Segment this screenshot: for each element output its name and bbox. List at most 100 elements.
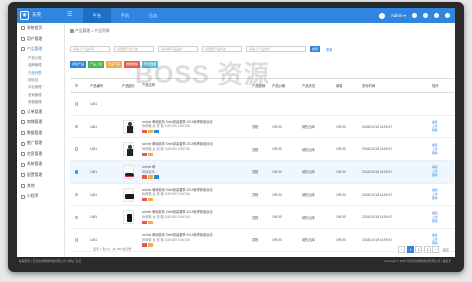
filter-select-brand[interactable]: 请选择产品品牌 xyxy=(158,45,198,53)
sidebar-item[interactable]: 其他 xyxy=(17,181,64,192)
sidebar-subitem[interactable]: 产品分类 xyxy=(17,55,64,62)
page-button[interactable]: 2 xyxy=(415,246,423,253)
filter-input-code[interactable]: 请输入产品编号 xyxy=(246,45,306,53)
cell-ops: 编辑 上架 删除 xyxy=(432,143,454,155)
topnav-tab[interactable]: 手机 xyxy=(111,8,139,23)
row-checkbox[interactable] xyxy=(74,170,79,174)
select-all-checkbox[interactable] xyxy=(74,83,79,88)
sidebar-item-label: 小程序 xyxy=(27,194,39,199)
table-row[interactable]: 1481 schbie 萌妹款风 Shiel原装春季 2019秋季新款运动 休闲鞋 … xyxy=(70,184,454,207)
sidebar-item[interactable]: 推广管理 xyxy=(17,138,64,149)
sidebar-subitem[interactable]: 规格管理 xyxy=(17,99,64,106)
action-button[interactable]: 产品上架 xyxy=(88,61,105,68)
sidebar-subitem[interactable]: 回收站 xyxy=(17,77,64,84)
mail-icon[interactable] xyxy=(423,13,428,18)
page-button[interactable]: ‹ xyxy=(398,246,406,253)
page-button[interactable]: 1 xyxy=(406,246,414,253)
logout-icon[interactable] xyxy=(445,13,450,18)
filter-input-name[interactable]: 请输入产品名称 xyxy=(70,45,110,53)
row-checkbox[interactable] xyxy=(74,238,79,242)
topnav-tab[interactable]: 平台 xyxy=(83,8,111,23)
col-sale: 销量 xyxy=(336,84,343,88)
filter-select-category[interactable]: 请选择产品分类 xyxy=(114,45,154,53)
sidebar-item-label: 用户管理 xyxy=(27,36,43,41)
op-link[interactable]: 删除 xyxy=(432,128,454,132)
menu-icon xyxy=(21,47,25,52)
sidebar-item[interactable]: 小程序 xyxy=(17,191,64,202)
sidebar-item[interactable]: 配置管理 xyxy=(17,170,64,181)
sidebar-item[interactable]: 用户管理 xyxy=(17,34,64,45)
row-checkbox[interactable] xyxy=(74,192,79,197)
bell-icon[interactable] xyxy=(412,13,417,18)
table-row[interactable]: 1481 schbie 萌萌妹款风 顶峰 199.00 销售出库 199.00 2018/1… xyxy=(70,161,454,184)
sidebar-item[interactable]: 系统首页 xyxy=(17,23,64,34)
search-button[interactable]: 搜索 xyxy=(310,45,320,53)
op-link[interactable]: 删除 xyxy=(432,173,454,177)
cell-brand: 顶峰 xyxy=(252,170,259,175)
sidebar-subitem[interactable]: 产品列表 xyxy=(17,70,64,77)
user-name[interactable]: Admin ▾ xyxy=(391,13,406,18)
menu-icon xyxy=(21,162,25,167)
cell-no: 1481 xyxy=(90,101,98,106)
row-select xyxy=(70,147,83,151)
filter-bar: 请输入产品名称 请选择产品分类 请选择产品品牌 请选择产品状态 请输入产品编号 … xyxy=(70,45,332,53)
product-tags xyxy=(142,175,248,179)
sidebar-subitem[interactable]: 评论管理 xyxy=(17,84,64,91)
op-link[interactable]: 删除 xyxy=(432,196,454,200)
cell-image xyxy=(115,164,142,179)
row-checkbox[interactable] xyxy=(74,124,79,129)
avatar[interactable] xyxy=(378,12,385,19)
cell-price: 199.00 xyxy=(272,169,282,174)
sidebar-item[interactable]: 系统管理 xyxy=(17,159,64,170)
sidebar-item[interactable]: 产品管理 xyxy=(17,44,64,55)
page-button[interactable]: › xyxy=(432,246,440,253)
table-row[interactable]: 1481 xyxy=(70,93,454,116)
sidebar-item-label: 订单管理 xyxy=(27,109,43,114)
cell-sale: 199.00 xyxy=(336,169,346,174)
row-checkbox[interactable] xyxy=(74,147,79,151)
op-link[interactable]: 删除 xyxy=(432,219,454,223)
filter-select-status[interactable]: 请选择产品状态 xyxy=(202,45,242,53)
col-status: 产品状态 xyxy=(302,84,316,88)
cell-price: 199.00 xyxy=(272,237,282,242)
action-button[interactable]: 添加产品 xyxy=(70,61,87,68)
sidebar-item-label: 商铺管理 xyxy=(27,120,43,125)
action-button[interactable]: 产品下架 xyxy=(106,61,123,68)
topnav-tab[interactable]: 日志 xyxy=(139,8,167,23)
sidebar: 系统首页用户管理产品管理 产品分类 品牌管理 产品列表 回收站 评论管理 咨询管理 规格管理订… xyxy=(17,23,65,257)
sidebar-item[interactable]: 订单管理 xyxy=(17,107,64,118)
product-image xyxy=(123,119,134,134)
cell-ops: 编辑 上架 删除 xyxy=(432,120,454,132)
cell-status: 销售出库 xyxy=(302,147,315,152)
sidebar-item[interactable]: 商铺管理 xyxy=(17,117,64,128)
app-window: ◉ 东莞 ☰ 平台 手机 日志 Admin ▾ 系统首页用户管理产品管理 产品分类 品牌… xyxy=(17,8,455,257)
sidebar-item[interactable]: 数据管理 xyxy=(17,128,64,139)
cell-status: 销售出库 xyxy=(302,170,315,175)
page-jump-label: 跳至 xyxy=(442,247,449,252)
product-tags xyxy=(142,152,248,157)
sidebar-subitem[interactable]: 品牌管理 xyxy=(17,62,64,69)
row-checkbox[interactable] xyxy=(74,102,79,106)
product-tags xyxy=(142,243,248,247)
page-button[interactable]: 3 xyxy=(423,246,431,253)
cell-price: 199.00 xyxy=(272,192,282,197)
cell-price: 199.00 xyxy=(272,124,282,129)
row-select xyxy=(70,215,83,220)
table-row[interactable]: 1481 schbie 萌妹款风 Shiel原装春季 2019秋季新款运动 休闲鞋 … xyxy=(70,206,454,230)
sidebar-item[interactable]: 信息管理 xyxy=(17,149,64,160)
op-link[interactable]: 删除 xyxy=(432,151,454,155)
tag-badge xyxy=(148,243,153,247)
menu-icon xyxy=(21,26,25,31)
table-row[interactable]: 1481 schbie 萌妹款风 Shiel原装春季 2019秋季新款运动 休闲鞋 … xyxy=(70,116,454,139)
cell-no: 1481 xyxy=(90,237,98,242)
settings-icon[interactable] xyxy=(434,13,439,18)
sidebar-item-label: 系统管理 xyxy=(27,162,43,167)
product-image xyxy=(123,233,134,247)
menu-toggle-icon[interactable]: ☰ xyxy=(67,11,72,18)
top-bar: ◉ 东莞 ☰ 平台 手机 日志 Admin ▾ xyxy=(17,8,455,23)
table-row[interactable]: 1481 schbie 萌妹款风 Shiel原装春季 2019秋季新款运动 休闲鞋 … xyxy=(70,138,454,162)
reset-link[interactable]: 重置 xyxy=(326,47,332,52)
sidebar-subitem[interactable]: 咨询管理 xyxy=(17,92,64,99)
product-subname: 休闲鞋 女 男 鞋 OAR180 CM4746 xyxy=(142,215,190,220)
row-checkbox[interactable] xyxy=(74,215,79,220)
